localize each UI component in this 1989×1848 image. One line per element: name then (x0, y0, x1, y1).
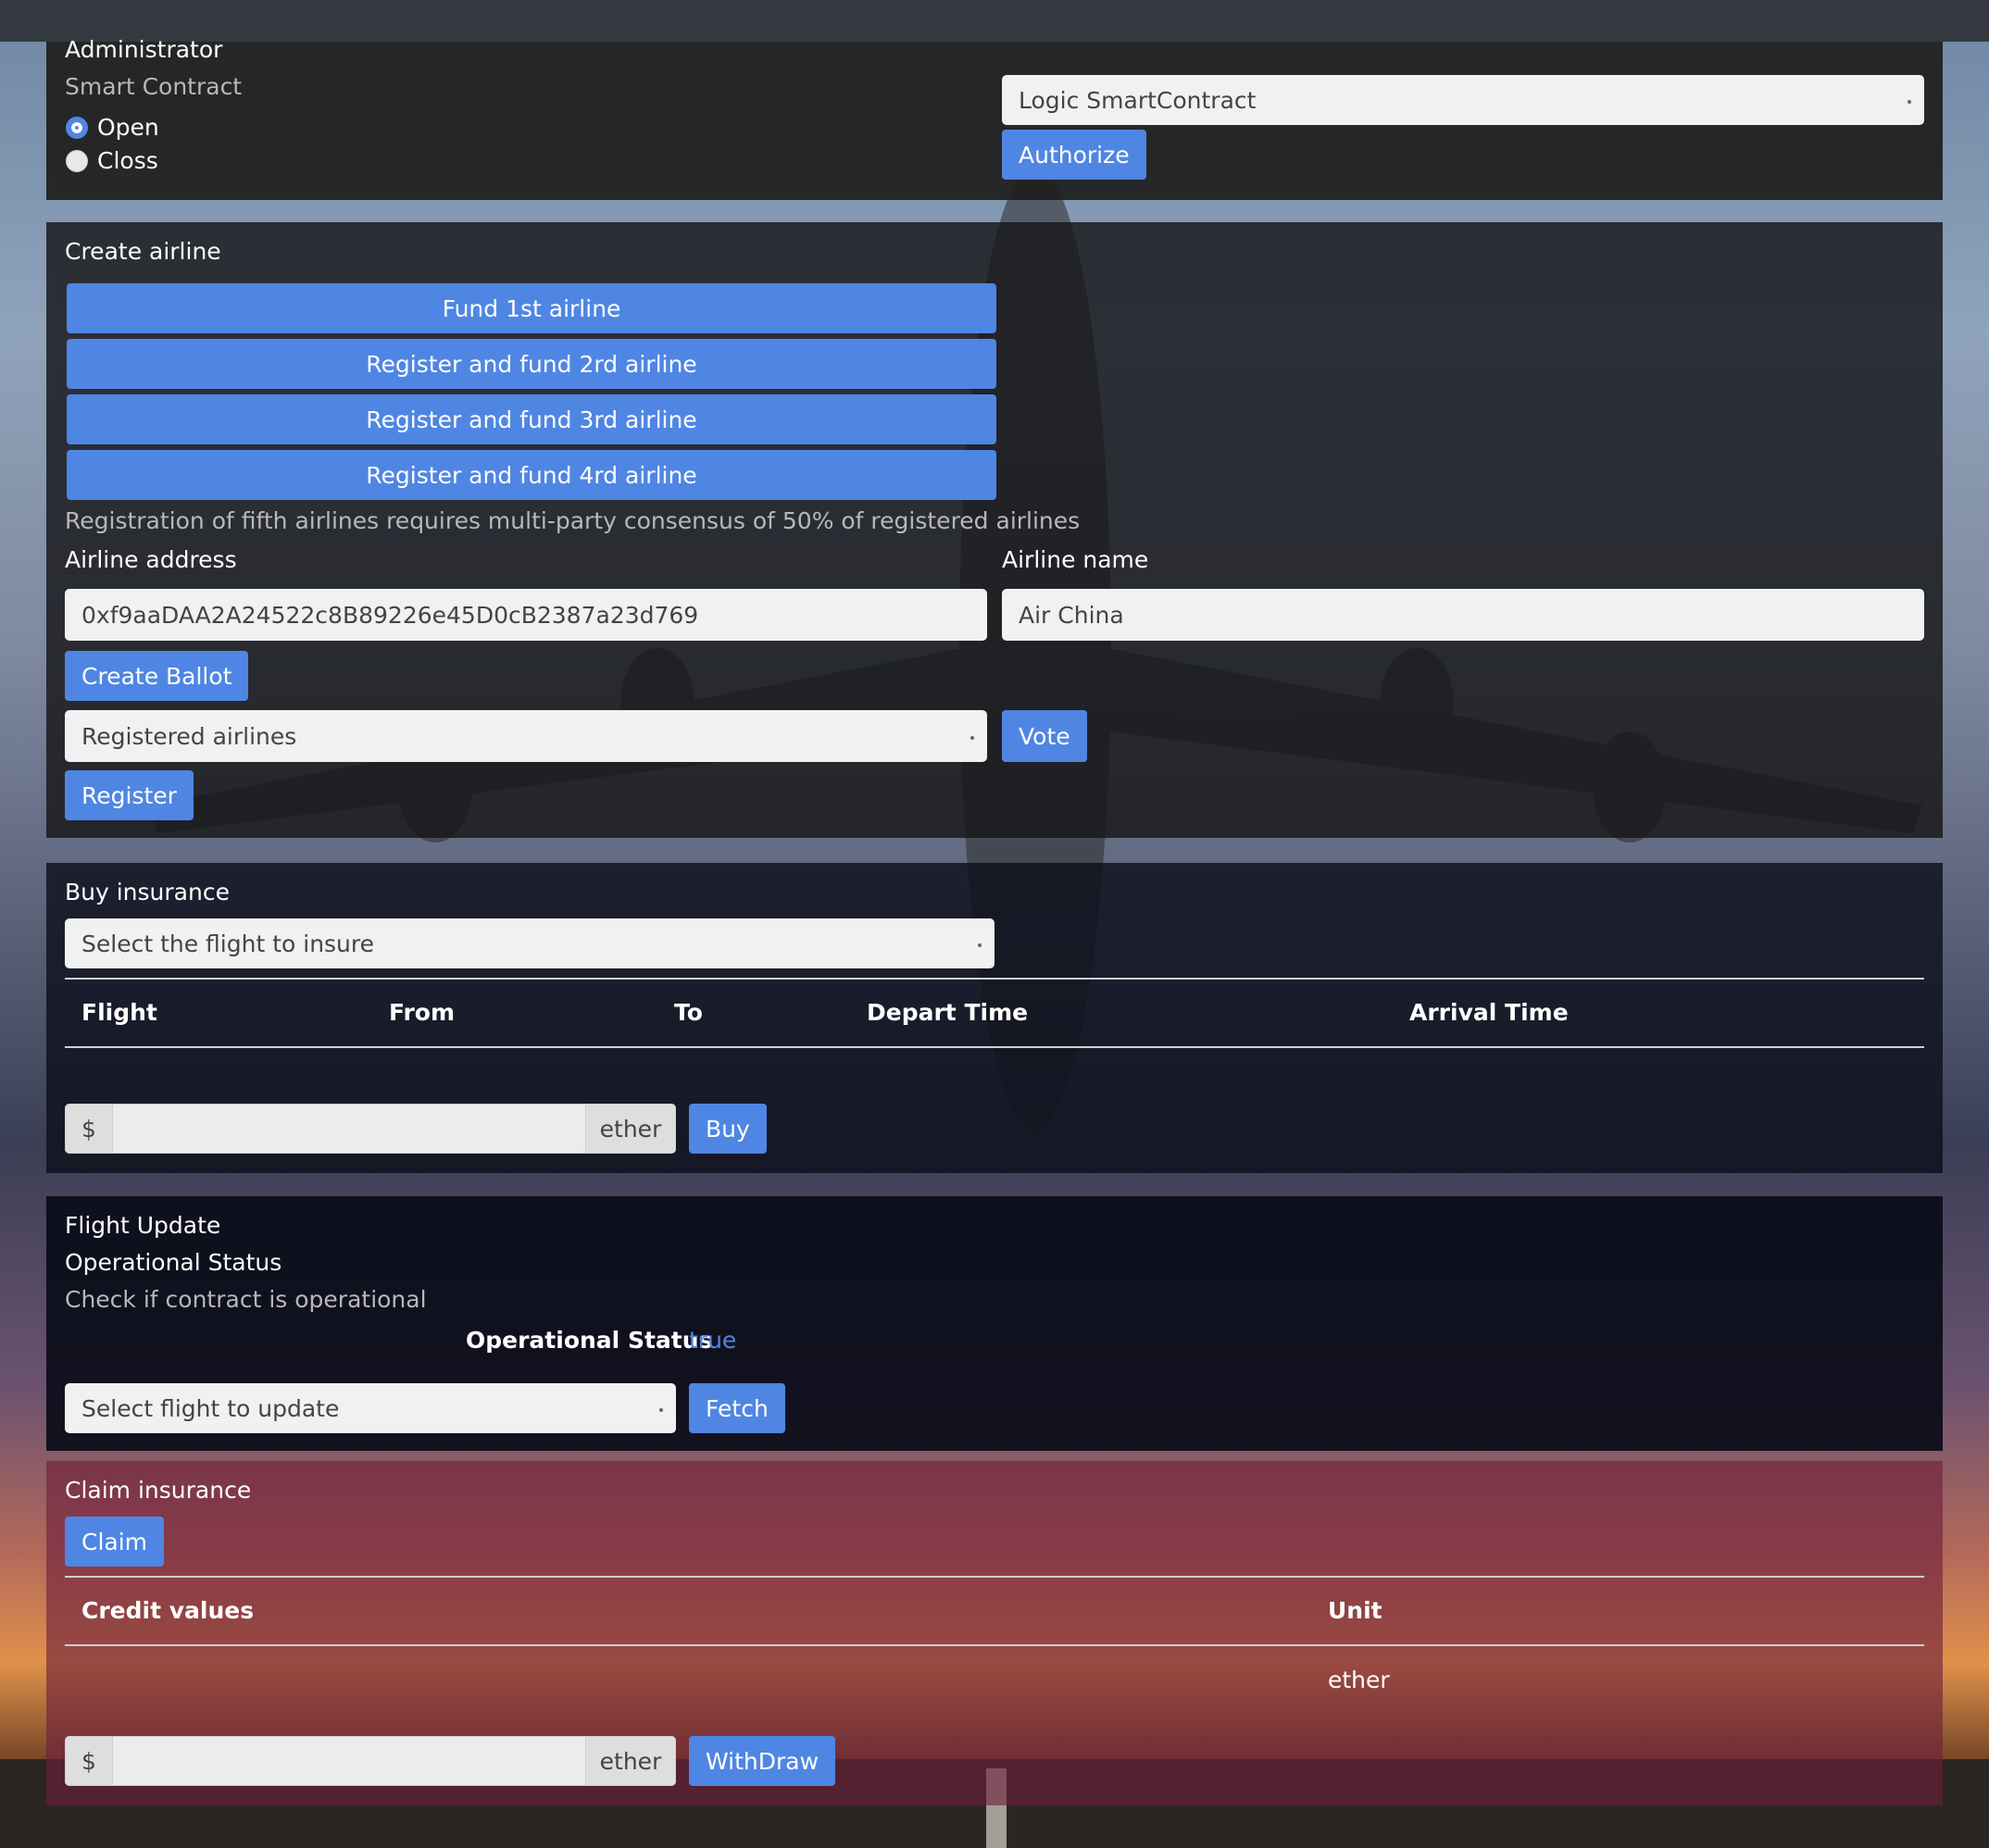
fund-1st-airline-button[interactable]: Fund 1st airline (67, 283, 996, 333)
currency-prefix: $ (65, 1104, 113, 1154)
flight-to-insure-select[interactable]: Select the flight to insure (65, 918, 994, 968)
registered-airlines-select-value: Registered airlines (81, 722, 297, 750)
chevron-down-icon (978, 943, 982, 947)
fund-4th-airline-button[interactable]: Register and fund 4rd airline (67, 450, 996, 500)
buy-button[interactable]: Buy (689, 1104, 767, 1154)
create-ballot-button[interactable]: Create Ballot (65, 651, 249, 701)
authorize-button[interactable]: Authorize (1002, 130, 1146, 180)
fund-2nd-airline-button[interactable]: Register and fund 2rd airline (67, 339, 996, 389)
airline-address-label: Airline address (65, 546, 237, 573)
insurance-amount-input[interactable] (113, 1104, 585, 1154)
operational-status-label: Operational Status (466, 1327, 713, 1354)
buy-insurance-heading: Buy insurance (65, 879, 230, 905)
table-top-rule (65, 978, 1924, 980)
smart-contract-label: Smart Contract (65, 73, 243, 100)
flight-update-heading: Flight Update (65, 1212, 221, 1239)
claim-button[interactable]: Claim (65, 1517, 165, 1567)
radio-close-label: Closs (97, 147, 158, 174)
airline-name-label: Airline name (1002, 546, 1149, 573)
create-airline-panel: Create airline Fund 1st airline Register… (46, 222, 1943, 838)
column-header-credit-values: Credit values (81, 1597, 255, 1624)
flight-update-panel: Flight Update Operational Status Check i… (46, 1196, 1943, 1451)
smart-contract-select-value: Logic SmartContract (1019, 86, 1257, 114)
buy-insurance-panel: Buy insurance Select the flight to insur… (46, 863, 1943, 1173)
chevron-down-icon (970, 736, 974, 740)
credit-table-header-rule (65, 1644, 1924, 1646)
withdraw-amount-group: $ ether (65, 1736, 676, 1786)
flight-to-update-select[interactable]: Select flight to update (65, 1383, 676, 1433)
operational-status-heading: Operational Status (65, 1249, 282, 1276)
create-airline-heading: Create airline (65, 238, 221, 265)
table-header-rule (65, 1046, 1924, 1048)
flight-to-update-select-value: Select flight to update (81, 1394, 340, 1422)
claim-insurance-panel: Claim insurance Claim Credit values Unit… (46, 1461, 1943, 1805)
withdraw-currency-prefix: $ (65, 1736, 113, 1786)
currency-suffix: ether (585, 1104, 676, 1154)
administrator-panel: Administrator Smart Contract Open Closs … (46, 36, 1943, 200)
operational-check-note: Check if contract is operational (65, 1286, 427, 1313)
smart-contract-select[interactable]: Logic SmartContract (1002, 75, 1924, 125)
column-header-unit: Unit (1328, 1597, 1382, 1624)
airline-address-input[interactable]: 0xf9aaDAA2A24522c8B89226e45D0cB2387a23d7… (65, 589, 987, 641)
registered-airlines-select[interactable]: Registered airlines (65, 710, 987, 762)
credit-table-top-rule (65, 1576, 1924, 1578)
fetch-button[interactable]: Fetch (689, 1383, 785, 1433)
administrator-heading: Administrator (65, 36, 223, 63)
withdraw-currency-suffix: ether (585, 1736, 676, 1786)
operational-status-value: true (689, 1327, 737, 1354)
insurance-amount-group: $ ether (65, 1104, 676, 1154)
column-header-to: To (674, 999, 703, 1026)
flight-to-insure-select-value: Select the flight to insure (81, 930, 375, 957)
register-button[interactable]: Register (65, 770, 194, 820)
fund-3rd-airline-button[interactable]: Register and fund 3rd airline (67, 394, 996, 444)
vote-button[interactable]: Vote (1002, 710, 1087, 762)
column-header-flight: Flight (81, 999, 157, 1026)
withdraw-button[interactable]: WithDraw (689, 1736, 836, 1786)
column-header-arrival-time: Arrival Time (1409, 999, 1569, 1026)
withdraw-amount-input[interactable] (113, 1736, 585, 1786)
consensus-note: Registration of fifth airlines requires … (65, 507, 1081, 534)
radio-open[interactable] (66, 117, 88, 139)
column-header-depart-time: Depart Time (867, 999, 1029, 1026)
claim-insurance-heading: Claim insurance (65, 1477, 252, 1504)
chevron-down-icon (1908, 100, 1911, 104)
credit-row-unit: ether (1328, 1667, 1390, 1693)
top-navbar (0, 0, 1989, 42)
chevron-down-icon (659, 1408, 663, 1412)
radio-open-label: Open (97, 114, 159, 141)
airline-name-input[interactable]: Air China (1002, 589, 1924, 641)
column-header-from: From (389, 999, 456, 1026)
radio-close[interactable] (66, 150, 88, 172)
